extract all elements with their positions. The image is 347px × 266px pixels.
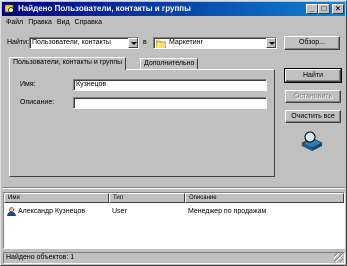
resize-grip-icon[interactable] bbox=[334, 253, 343, 262]
search-window-icon bbox=[5, 4, 15, 14]
result-type: User bbox=[112, 208, 127, 215]
chevron-down-icon[interactable] bbox=[128, 38, 138, 48]
maximize-button[interactable]: □ bbox=[318, 4, 330, 14]
name-field[interactable]: Кузнецов bbox=[73, 79, 267, 91]
name-label: Имя: bbox=[20, 81, 36, 88]
in-label: в bbox=[143, 39, 147, 46]
tab-users-contacts-groups[interactable]: Пользователи, контакты и группы bbox=[9, 57, 127, 70]
find-label: Найти: bbox=[7, 39, 29, 46]
menu-edit[interactable]: Правка bbox=[28, 17, 52, 28]
window-title: Найдено Пользователи, контакты и группы bbox=[18, 4, 191, 13]
title-bar[interactable]: Найдено Пользователи, контакты и группы … bbox=[2, 2, 345, 16]
close-button[interactable]: × bbox=[332, 4, 344, 14]
chevron-down-icon[interactable] bbox=[266, 38, 276, 48]
clear-all-button[interactable]: Очистить все bbox=[285, 110, 341, 123]
menu-bar: Файл Правка Вид Справка bbox=[3, 17, 102, 28]
result-name: Александр Кузнецов bbox=[18, 208, 86, 215]
table-row[interactable]: Александр Кузнецов User Менеджер по прод… bbox=[4, 206, 344, 217]
column-header-type[interactable]: Тип bbox=[109, 193, 185, 203]
status-bar: Найдено объектов: 1 bbox=[3, 252, 345, 264]
find-type-value: Пользователи, контакты bbox=[32, 39, 111, 46]
column-header-description[interactable]: Описание bbox=[185, 193, 344, 203]
menu-help[interactable]: Справка bbox=[75, 17, 102, 28]
find-now-button[interactable]: Найти bbox=[284, 68, 342, 83]
location-combo[interactable]: Маркетинг bbox=[153, 37, 277, 49]
stop-button[interactable]: Остановить bbox=[285, 90, 341, 103]
status-text: Найдено объектов: 1 bbox=[6, 254, 75, 261]
search-magnifier-icon bbox=[301, 131, 323, 151]
result-description: Менеджер по продажам bbox=[188, 208, 267, 215]
results-list[interactable]: Имя Тип Описание Александр Кузнецов User… bbox=[3, 192, 345, 249]
location-value: Маркетинг bbox=[169, 39, 204, 46]
user-icon bbox=[7, 207, 16, 216]
menu-file[interactable]: Файл bbox=[6, 17, 23, 28]
folder-icon bbox=[156, 40, 166, 48]
column-header-name[interactable]: Имя bbox=[4, 193, 109, 203]
description-field[interactable] bbox=[73, 97, 267, 109]
find-type-combo[interactable]: Пользователи, контакты bbox=[29, 37, 139, 49]
browse-button[interactable]: Обзор... bbox=[284, 36, 340, 50]
description-label: Описание: bbox=[20, 99, 55, 106]
tab-panel: Имя: Кузнецов Описание: bbox=[9, 69, 275, 177]
find-window: Найдено Пользователи, контакты и группы … bbox=[0, 0, 347, 266]
minimize-button[interactable]: _ bbox=[306, 4, 318, 14]
splitter[interactable] bbox=[3, 187, 345, 189]
menu-view[interactable]: Вид bbox=[57, 17, 70, 28]
